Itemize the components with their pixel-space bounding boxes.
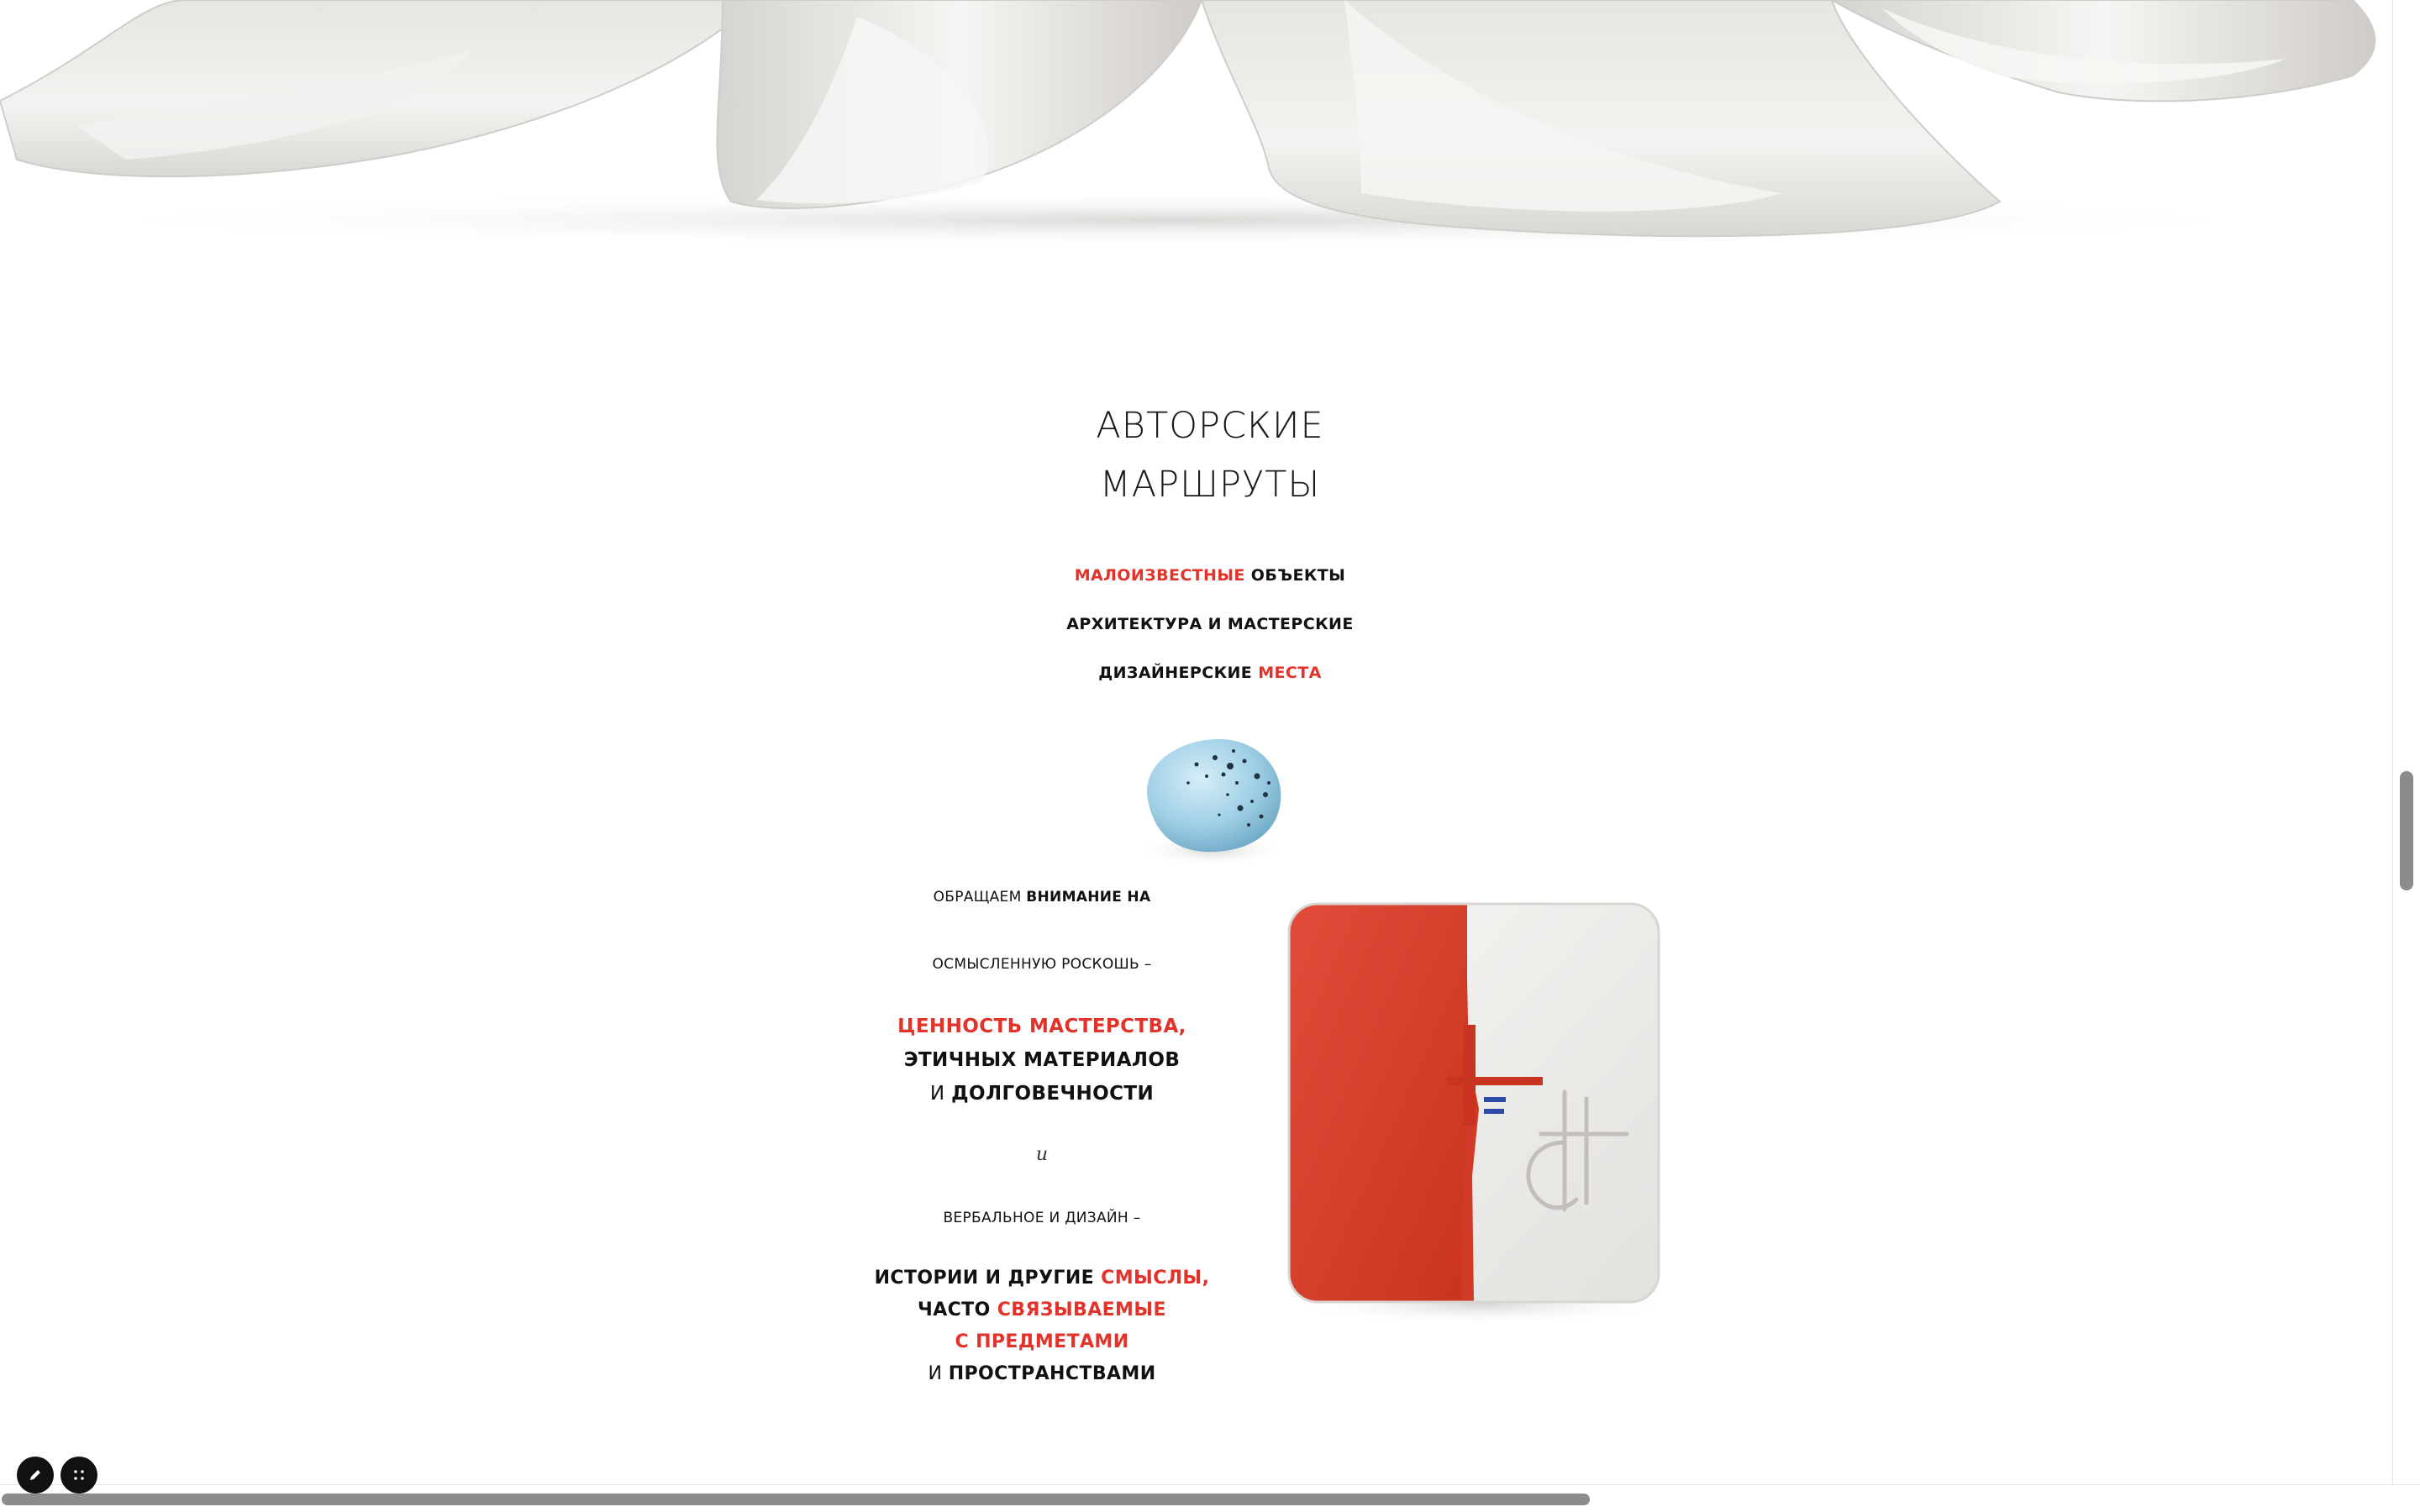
section-title: АВТОРСКИЕ МАРШРУТЫ xyxy=(0,396,2420,514)
col-p3-line3: И ДОЛГОВЕЧНОСТИ xyxy=(874,1077,1210,1110)
col-p5-line2: ЧАСТО СВЯЗЫВАЕМЫЕ xyxy=(874,1294,1210,1326)
col-p1-bold: ВНИМАНИЕ НА xyxy=(1026,889,1151,906)
col-p5-line3-red: С ПРЕДМЕТАМИ xyxy=(955,1331,1129,1352)
col-p5-line1-black: ИСТОРИИ И ДРУГИЕ xyxy=(874,1268,1102,1289)
grid-dots-icon xyxy=(74,1470,84,1480)
col-p5-line4-bold: ПРОСТРАНСТВАМИ xyxy=(948,1363,1156,1384)
col-p2-text: ОСМЫСЛЕННУЮ РОСКОШЬ – xyxy=(932,956,1152,973)
col-p5-line1: ИСТОРИИ И ДРУГИЕ СМЫСЛЫ, xyxy=(874,1263,1210,1294)
horizontal-scrollbar-thumb[interactable] xyxy=(2,1494,1590,1505)
col-p3-line1: ЦЕННОСТЬ МАСТЕРСТВА, xyxy=(897,1016,1186,1037)
tagline-1-accent: МАЛОИЗВЕСТНЫЕ xyxy=(1074,566,1245,585)
vertical-scrollbar-thumb[interactable] xyxy=(2400,771,2413,890)
speckled-egg-image xyxy=(1136,738,1287,867)
page: АВТОРСКИЕ МАРШРУТЫ МАЛОИЗВЕСТНЫЕ ОБЪЕКТЫ… xyxy=(0,0,2420,1512)
horizontal-scrollbar[interactable] xyxy=(0,1484,2420,1512)
tagline-1: МАЛОИЗВЕСТНЫЕ ОБЪЕКТЫ xyxy=(0,566,2420,585)
col-p3-line3-bold: ДОЛГОВЕЧНОСТИ xyxy=(951,1083,1155,1105)
col-p1-light: ОБРАЩАЕМ xyxy=(933,889,1027,906)
col-paragraph-1: ОБРАЩАЕМ ВНИМАНИЕ НА xyxy=(874,889,1210,906)
col-p3-line2: ЭТИЧНЫХ МАТЕРИАЛОВ xyxy=(903,1049,1181,1071)
col-conjunction: и xyxy=(874,1144,1210,1165)
col-paragraph-3: ЦЕННОСТЬ МАСТЕРСТВА, ЭТИЧНЫХ МАТЕРИАЛОВ … xyxy=(874,1010,1210,1110)
col-paragraph-5: ИСТОРИИ И ДРУГИЕ СМЫСЛЫ, ЧАСТО СВЯЗЫВАЕМ… xyxy=(874,1263,1210,1390)
tagline-2: АРХИТЕКТУРА И МАСТЕРСКИЕ xyxy=(0,615,2420,633)
edit-button[interactable] xyxy=(17,1457,54,1494)
drapery-hero-image xyxy=(0,0,2376,249)
col-p5-line4-light: И xyxy=(928,1363,949,1384)
col-paragraph-2: ОСМЫСЛЕННУЮ РОСКОШЬ – xyxy=(874,956,1210,973)
fullscreen-button[interactable] xyxy=(60,1457,97,1494)
col-p5-line3: С ПРЕДМЕТАМИ xyxy=(874,1326,1210,1358)
tagline-2-text: АРХИТЕКТУРА И МАСТЕРСКИЕ xyxy=(1066,615,1354,633)
col-p5-line2-black: ЧАСТО xyxy=(918,1299,997,1320)
tagline-3: ДИЗАЙНЕРСКИЕ МЕСТА xyxy=(0,664,2420,682)
section-title-line2: МАРШРУТЫ xyxy=(1099,464,1321,506)
pencil-icon xyxy=(30,1470,40,1480)
ceramic-tile-image xyxy=(1287,902,1670,1326)
col-p4-text: ВЕРБАЛЬНОЕ И ДИЗАЙН – xyxy=(943,1210,1141,1226)
col-paragraph-4: ВЕРБАЛЬНОЕ И ДИЗАЙН – xyxy=(874,1210,1210,1226)
col-conjunction-text: и xyxy=(1035,1144,1049,1165)
tagline-1-text: ОБЪЕКТЫ xyxy=(1244,566,1346,585)
col-p5-line1-red: СМЫСЛЫ, xyxy=(1101,1268,1210,1289)
col-p3-line3-light: И xyxy=(929,1083,952,1105)
vertical-scrollbar[interactable] xyxy=(2392,0,2420,1485)
section-title-line1: АВТОРСКИЕ xyxy=(1096,405,1324,447)
tagline-3-accent: МЕСТА xyxy=(1258,664,1322,682)
col-p5-line2-red: СВЯЗЫВАЕМЫЕ xyxy=(997,1299,1166,1320)
tagline-3-text: ДИЗАЙНЕРСКИЕ xyxy=(1098,664,1259,682)
col-p5-line4: И ПРОСТРАНСТВАМИ xyxy=(874,1358,1210,1390)
